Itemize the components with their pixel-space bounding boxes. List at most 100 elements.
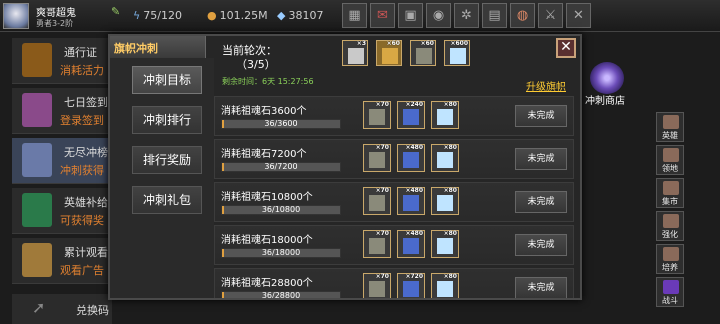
nav-enhance[interactable]: 强化 [656, 211, 684, 241]
gift-icon[interactable]: ▤ [482, 3, 507, 28]
reward-count: ×60 [386, 40, 400, 47]
tools-icon[interactable]: ✕ [566, 3, 591, 28]
reward-item[interactable]: ×80 [431, 101, 459, 129]
player-avatar[interactable] [3, 3, 29, 29]
tab-sprint-pack[interactable]: 冲刺礼包 [132, 186, 202, 214]
nav-label: 领地 [662, 164, 678, 173]
reward-count: ×240 [405, 101, 423, 108]
reward-item[interactable]: ×480 [397, 187, 425, 215]
gem-stat: ◆ 38107 [277, 9, 323, 22]
scroll-icon [348, 48, 364, 64]
close-button[interactable]: ✕ [556, 38, 576, 58]
territory-icon [663, 148, 679, 162]
reward-scroll[interactable]: ×3 [342, 40, 368, 66]
tab-sprint-goal[interactable]: 冲刺目标 [132, 66, 202, 94]
nav-battle[interactable]: 战斗 [656, 277, 684, 307]
task-list: 消耗祖魂石3600个 36/3600 ×70 ×240 ×80 未完成 消耗祖魂石7200个… [214, 96, 574, 298]
reward-item[interactable]: ×70 [363, 101, 391, 129]
reward-item[interactable]: ×80 [431, 187, 459, 215]
reward-item[interactable]: ×80 [431, 144, 459, 172]
nav-hero[interactable]: 英雄 [656, 112, 684, 142]
reward-item[interactable]: ×70 [363, 273, 391, 298]
train-icon [663, 247, 679, 261]
player-level: 勇者3-2阶 [36, 19, 74, 28]
progress-text: 36/3600 [264, 119, 298, 128]
reward-item[interactable]: ×240 [397, 101, 425, 129]
task-row: 消耗祖魂石28800个 36/28800 ×70 ×720 ×80 未完成 [214, 268, 574, 298]
signin-entry[interactable]: 七日签到 登录签到 [12, 88, 112, 134]
reward-item[interactable]: ×70 [363, 144, 391, 172]
reward-flag[interactable]: ×60 [376, 40, 402, 66]
eye-icon[interactable]: ◉ [426, 3, 451, 28]
reward-item[interactable]: ×480 [397, 230, 425, 258]
reward-count: ×480 [405, 230, 423, 237]
endless-rank-entry[interactable]: 无尽冲榜 冲刺获得 [12, 138, 112, 184]
shop-icon[interactable]: ▦ [342, 3, 367, 28]
gear-icon[interactable]: ✲ [454, 3, 479, 28]
reward-item[interactable]: ×720 [397, 273, 425, 298]
tab-sprint-rank[interactable]: 冲刺排行 [132, 106, 202, 134]
task-rewards: ×70 ×480 ×80 [363, 230, 459, 258]
redeem-label: 兑换码 [76, 304, 109, 317]
reward-count: ×720 [405, 273, 423, 280]
watch-ad-entry[interactable]: 累计观看 观看广告 [12, 238, 112, 284]
nav-territory[interactable]: 领地 [656, 145, 684, 175]
task-row: 消耗祖魂石18000个 36/18000 ×70 ×480 ×80 未完成 [214, 225, 574, 265]
reward-item[interactable]: ×70 [363, 187, 391, 215]
reward-item[interactable]: ×80 [431, 273, 459, 298]
task-status-button[interactable]: 未完成 [515, 234, 567, 256]
gold-value: 101.25M [219, 9, 268, 22]
upgrade-flag-link[interactable]: 升级旗帜 [526, 78, 566, 93]
mail-icon[interactable]: ✉ [370, 3, 395, 28]
tab-rank-reward[interactable]: 排行奖励 [132, 146, 202, 174]
progress-bar: 36/28800 [221, 291, 341, 298]
list-item-subtitle: 观看广告 [60, 264, 104, 277]
arrow-icon: ➚ [32, 298, 46, 317]
hammer-icon [369, 195, 385, 211]
progress-bar: 36/10800 [221, 205, 341, 215]
task-status-button[interactable]: 未完成 [515, 277, 567, 298]
modal-title-box: 旗帜冲刺 [110, 36, 206, 58]
reward-count: ×80 [443, 273, 457, 280]
top-bar: 爽哥超鬼 勇者3-2阶 ✎ ϟ 75/120 ● 101.25M ◆ 38107 ▦ … [0, 0, 720, 32]
diamond-icon [437, 109, 453, 125]
reward-hammer[interactable]: ×60 [410, 40, 436, 66]
flag-sprint-modal: 冲刺目标 冲刺排行 排行奖励 冲刺礼包 旗帜冲刺 当前轮次： （3/5） 剩余时… [108, 34, 582, 300]
sprint-shop-label: 冲刺商店 [585, 96, 625, 107]
task-rewards: ×70 ×720 ×80 [363, 273, 459, 298]
nav-market[interactable]: 集市 [656, 178, 684, 208]
rune-stone-icon [403, 281, 419, 297]
lightning-icon: ϟ [133, 9, 141, 22]
task-row: 消耗祖魂石7200个 36/7200 ×70 ×480 ×80 未完成 [214, 139, 574, 179]
task-name: 消耗祖魂石3600个 [221, 106, 307, 117]
reward-item[interactable]: ×480 [397, 144, 425, 172]
progress-text: 36/7200 [264, 162, 298, 171]
reward-count: ×70 [375, 230, 389, 237]
progress-text: 36/18000 [261, 248, 301, 257]
list-item-title: 无尽冲榜 [64, 146, 108, 159]
nav-label: 英雄 [662, 131, 678, 140]
gamepad-icon[interactable]: ▣ [398, 3, 423, 28]
sword-icon[interactable]: ⚔ [538, 3, 563, 28]
sprint-shop-icon[interactable] [590, 62, 624, 94]
pass-entry[interactable]: 通行证 消耗活力 [12, 38, 112, 84]
diamond-icon [450, 48, 466, 64]
reward-count: ×600 [450, 40, 468, 47]
redeem-code-button[interactable]: ➚ 兑换码 [12, 294, 112, 324]
reward-diamond[interactable]: ×600 [444, 40, 470, 66]
task-status-button[interactable]: 未完成 [515, 105, 567, 127]
reward-item[interactable]: ×80 [431, 230, 459, 258]
hero-supply-entry[interactable]: 英雄补给 可获得奖 [12, 188, 112, 234]
edit-icon[interactable]: ✎ [111, 5, 120, 18]
reward-count: ×60 [420, 40, 434, 47]
nav-train[interactable]: 培养 [656, 244, 684, 274]
task-status-button[interactable]: 未完成 [515, 148, 567, 170]
task-status-button[interactable]: 未完成 [515, 191, 567, 213]
progress-bar: 36/18000 [221, 248, 341, 258]
chalice-icon [22, 43, 52, 77]
task-name: 消耗祖魂石18000个 [221, 235, 313, 246]
top-icon-bar: ▦ ✉ ▣ ◉ ✲ ▤ ◍ ⚔ ✕ [342, 3, 591, 28]
swirl-icon[interactable]: ◍ [510, 3, 535, 28]
reward-item[interactable]: ×70 [363, 230, 391, 258]
rune-stone-icon [403, 195, 419, 211]
